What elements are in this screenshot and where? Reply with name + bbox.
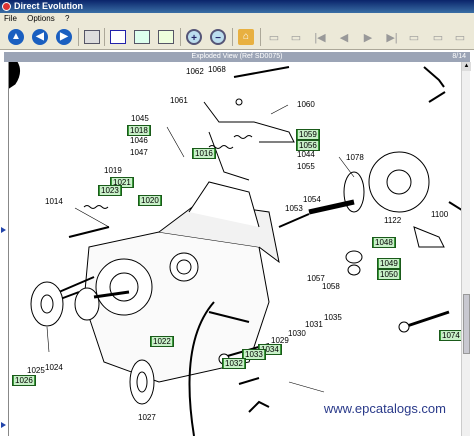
left-margin: [0, 62, 8, 436]
next-page-icon: ▶: [363, 31, 373, 44]
pages-button[interactable]: [156, 27, 176, 47]
part-tag[interactable]: 1023: [98, 185, 122, 196]
part-tag[interactable]: 1020: [138, 195, 162, 206]
page-button[interactable]: [132, 27, 152, 47]
zoom-out-icon: −: [210, 29, 226, 45]
expand-arrow-icon[interactable]: [1, 422, 6, 428]
part-tag[interactable]: 1018: [127, 125, 151, 136]
watermark: www.epcatalogs.com: [323, 401, 446, 416]
page-icon: [134, 30, 150, 44]
part-label[interactable]: 1078: [346, 153, 364, 162]
back-button[interactable]: ◀: [30, 27, 50, 47]
first-page-icon: |◀: [314, 31, 326, 44]
part-label[interactable]: 1019: [104, 166, 122, 175]
menu-file[interactable]: File: [4, 14, 17, 23]
vertical-scrollbar[interactable]: ▲: [461, 62, 471, 436]
document-icon: ▭: [290, 31, 302, 44]
part-tag[interactable]: 1048: [372, 237, 396, 248]
part-label[interactable]: 1100: [431, 210, 448, 219]
print-button[interactable]: [82, 27, 102, 47]
part-label[interactable]: 1046: [130, 136, 148, 145]
forward-button[interactable]: ▶: [54, 27, 74, 47]
part-tag[interactable]: 1056: [296, 140, 320, 151]
back-icon: ◀: [32, 29, 48, 45]
disabled-button-5[interactable]: ▭: [450, 27, 470, 47]
disabled-button-1[interactable]: ▭: [264, 27, 284, 47]
fit-icon: [110, 30, 126, 44]
part-label[interactable]: 1025: [27, 366, 45, 375]
view-caption: Exploded View (Ref SD0075): [191, 53, 283, 60]
part-tag[interactable]: 1016: [192, 148, 216, 159]
part-label[interactable]: 1047: [130, 148, 148, 157]
document-icon: ▭: [408, 31, 420, 44]
print-icon: [84, 30, 100, 44]
part-label[interactable]: 1062: [186, 67, 204, 76]
part-label[interactable]: 1122: [384, 216, 401, 225]
menu-options[interactable]: Options: [27, 14, 55, 23]
part-label[interactable]: 1014: [45, 197, 63, 206]
part-label[interactable]: 1055: [297, 162, 315, 171]
scroll-thumb[interactable]: [463, 294, 470, 354]
document-icon: ▭: [268, 31, 280, 44]
part-tag[interactable]: 1059: [296, 129, 320, 140]
part-label[interactable]: 1061: [170, 96, 188, 105]
part-tag[interactable]: 1022: [150, 336, 174, 347]
app-icon: [2, 2, 11, 11]
page-indicator: 8/14: [452, 53, 466, 60]
forward-icon: ▶: [56, 29, 72, 45]
title-bar: Direct Evolution: [0, 0, 474, 13]
part-label[interactable]: 1031: [305, 320, 323, 329]
next-page-button[interactable]: ▶: [358, 27, 378, 47]
last-page-button[interactable]: ▶|: [382, 27, 402, 47]
zoom-in-icon: +: [186, 29, 202, 45]
part-label[interactable]: 1044: [297, 150, 315, 159]
last-page-icon: ▶|: [386, 31, 398, 44]
view-header: Exploded View (Ref SD0075) 8/14: [4, 52, 470, 62]
document-icon: ▭: [454, 31, 466, 44]
scroll-up-icon[interactable]: ▲: [462, 62, 471, 71]
exploded-view-drawing: [9, 62, 464, 436]
part-tag[interactable]: 1032: [222, 358, 246, 369]
part-label[interactable]: 1068: [208, 65, 226, 74]
part-label[interactable]: 1024: [45, 363, 63, 372]
disabled-button-2[interactable]: ▭: [286, 27, 306, 47]
first-page-button[interactable]: |◀: [310, 27, 330, 47]
disabled-button-4[interactable]: ▭: [428, 27, 448, 47]
part-label[interactable]: 1045: [131, 114, 149, 123]
part-tag[interactable]: 1074: [439, 330, 463, 341]
separator: [78, 28, 79, 46]
separator: [260, 28, 261, 46]
part-label[interactable]: 1060: [297, 100, 315, 109]
window-title: Direct Evolution: [14, 1, 84, 11]
menu-bar: File Options ?: [0, 13, 474, 24]
up-button[interactable]: ▲: [6, 27, 26, 47]
expand-arrow-icon[interactable]: [1, 227, 6, 233]
part-label[interactable]: 1058: [322, 282, 340, 291]
part-label[interactable]: 1053: [285, 204, 303, 213]
prev-page-button[interactable]: ◀: [334, 27, 354, 47]
part-tag[interactable]: 1026: [12, 375, 36, 386]
zoom-out-button[interactable]: −: [208, 27, 228, 47]
separator: [180, 28, 181, 46]
zoom-in-button[interactable]: +: [184, 27, 204, 47]
prev-page-icon: ◀: [339, 31, 349, 44]
part-label[interactable]: 1027: [138, 413, 156, 422]
home-button[interactable]: ⌂: [236, 27, 256, 47]
toolbar: ▲ ◀ ▶ + − ⌂ ▭ ▭ |◀ ◀ ▶ ▶| ▭ ▭ ▭: [0, 24, 474, 50]
fit-button[interactable]: [108, 27, 128, 47]
menu-help[interactable]: ?: [65, 14, 69, 23]
document-icon: ▭: [432, 31, 444, 44]
separator: [232, 28, 233, 46]
disabled-button-3[interactable]: ▭: [404, 27, 424, 47]
pages-icon: [158, 30, 174, 44]
up-icon: ▲: [8, 29, 24, 45]
home-icon: ⌂: [238, 29, 254, 45]
part-label[interactable]: 1054: [303, 195, 321, 204]
separator: [104, 28, 105, 46]
part-tag[interactable]: 1049: [377, 258, 401, 269]
part-tag[interactable]: 1050: [377, 269, 401, 280]
part-label[interactable]: 1035: [324, 313, 342, 322]
part-label[interactable]: 1030: [288, 329, 306, 338]
exploded-view-canvas[interactable]: 1062 1068 1061 1060 1045 1046 1047 1019 …: [8, 62, 464, 436]
